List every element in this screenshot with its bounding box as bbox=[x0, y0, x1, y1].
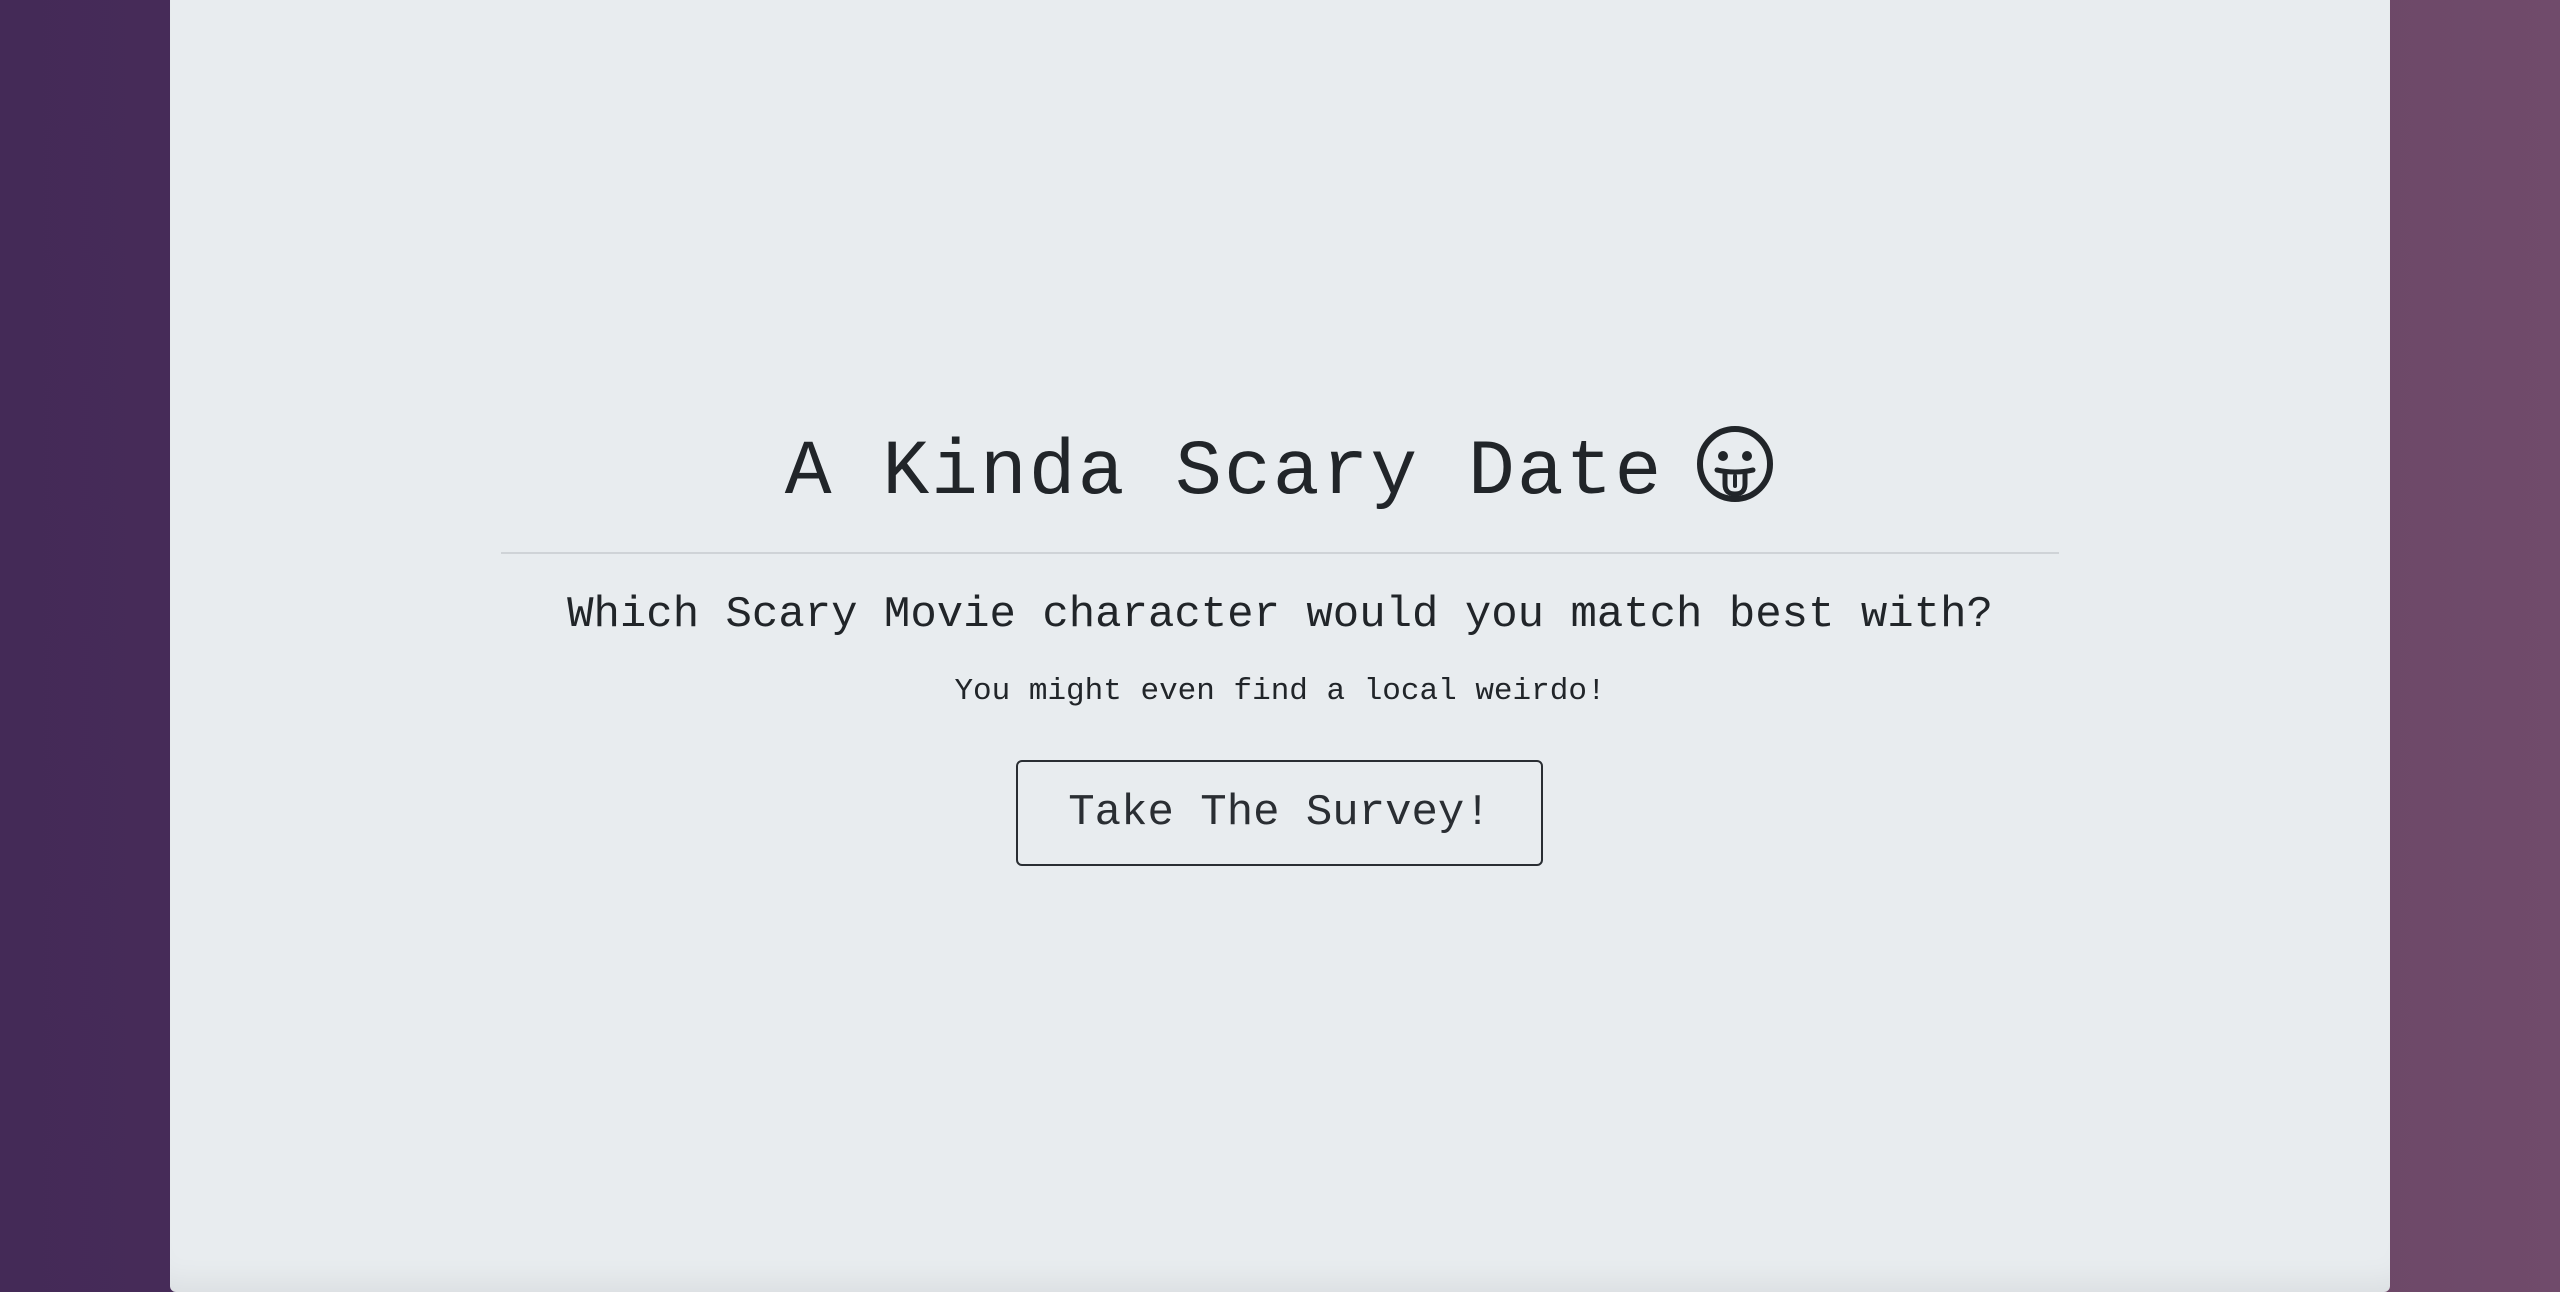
page-title-text: A Kinda Scary Date bbox=[784, 429, 1664, 517]
subtitle: Which Scary Movie character would you ma… bbox=[567, 590, 1993, 640]
tongue-out-face-icon bbox=[1697, 426, 1774, 503]
jumbotron: A Kinda Scary Date Which Scary Movie cha… bbox=[170, 0, 2390, 1292]
divider bbox=[501, 552, 2059, 554]
page-title: A Kinda Scary Date bbox=[170, 418, 2390, 528]
take-survey-button[interactable]: Take The Survey! bbox=[1016, 760, 1543, 866]
lead-text: You might even find a local weirdo! bbox=[954, 674, 1606, 709]
